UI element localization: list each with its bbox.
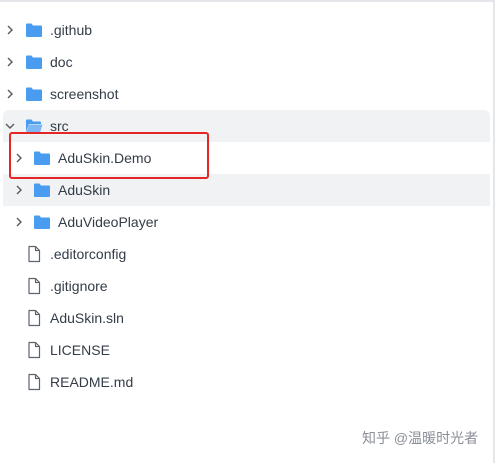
folder-icon	[33, 182, 51, 198]
tree-item-label: AduSkin	[58, 182, 111, 198]
file-icon	[25, 341, 43, 359]
tree-item-label: .gitignore	[50, 278, 108, 294]
top-border	[0, 0, 493, 2]
tree-item-doc[interactable]: doc	[0, 46, 493, 78]
tree-item-github[interactable]: .github	[0, 14, 493, 46]
tree-item-label: README.md	[50, 374, 134, 390]
tree-item-label: doc	[50, 54, 73, 70]
tree-item-label: LICENSE	[50, 342, 110, 358]
file-icon	[25, 373, 43, 391]
folder-icon	[25, 54, 43, 70]
tree-item-aduskin-sln[interactable]: AduSkin.sln	[0, 302, 493, 334]
watermark: 知乎 @温暖时光者	[362, 430, 479, 446]
tree-item-readme[interactable]: README.md	[0, 366, 493, 398]
tree-item-label: .editorconfig	[50, 246, 127, 262]
highlight-box	[9, 132, 209, 179]
chevron-right-icon[interactable]	[4, 56, 16, 68]
tree-item-label: .github	[50, 22, 93, 38]
chevron-right-icon[interactable]	[13, 216, 25, 228]
folder-icon	[33, 214, 51, 230]
file-icon	[25, 245, 43, 263]
tree-item-aduvideoplayer[interactable]: AduVideoPlayer	[3, 206, 490, 238]
chevron-right-icon[interactable]	[4, 24, 16, 36]
chevron-right-icon[interactable]	[13, 184, 25, 196]
right-scroll-border	[493, 0, 495, 463]
chevron-down-icon[interactable]	[4, 120, 16, 132]
tree-item-screenshot[interactable]: screenshot	[0, 78, 493, 110]
tree-item-label: AduSkin.sln	[50, 310, 124, 326]
tree-item-license[interactable]: LICENSE	[0, 334, 493, 366]
file-icon	[25, 309, 43, 327]
tree-item-label: AduVideoPlayer	[58, 214, 159, 230]
folder-icon	[25, 86, 43, 102]
chevron-right-icon[interactable]	[4, 88, 16, 100]
tree-item-gitignore[interactable]: .gitignore	[0, 270, 493, 302]
tree-item-label: screenshot	[50, 86, 119, 102]
tree-item-editorconfig[interactable]: .editorconfig	[0, 238, 493, 270]
file-icon	[25, 277, 43, 295]
file-tree: .github doc screenshot src AduSkin.Demo …	[0, 14, 493, 398]
folder-icon	[25, 22, 43, 38]
